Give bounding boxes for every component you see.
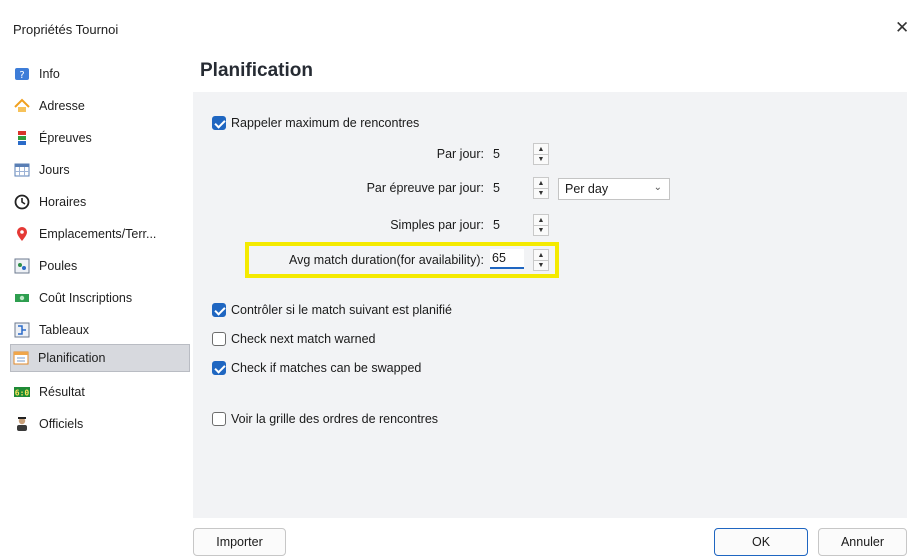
- sidebar-item-officiels[interactable]: Officiels: [12, 410, 190, 438]
- import-button[interactable]: Importer: [193, 528, 286, 556]
- per-event-per-day-label: Par épreuve par jour:: [366, 181, 484, 195]
- sidebar-item-planification[interactable]: Planification: [10, 344, 190, 372]
- chevron-down-icon: ⌄: [653, 182, 662, 193]
- planning-icon: [13, 350, 29, 366]
- sidebar-item-label: Officiels: [39, 417, 84, 431]
- spin-down-icon[interactable]: ▼: [534, 225, 548, 235]
- info-icon: ?: [14, 66, 30, 82]
- sidebar-item-poules[interactable]: Poules: [12, 252, 190, 280]
- per-event-per-day-spinner[interactable]: ▲ ▼: [533, 177, 549, 199]
- check-next-scheduled-checkbox[interactable]: [212, 303, 226, 317]
- sidebar-item-label: Poules: [39, 259, 78, 273]
- sidebar-item-label: Épreuves: [39, 131, 92, 145]
- sidebar-item-emplacements[interactable]: Emplacements/Terr...: [12, 220, 190, 248]
- dropdown-value: Per day: [565, 182, 609, 196]
- sidebar-item-tableaux[interactable]: Tableaux: [12, 316, 190, 344]
- title-bar: [0, 0, 907, 46]
- sidebar-item-label: Coût Inscriptions: [39, 291, 133, 305]
- close-icon[interactable]: ✕: [895, 19, 907, 36]
- avg-duration-label: Avg match duration(for availability):: [289, 253, 484, 267]
- sidebar-item-epreuves[interactable]: Épreuves: [12, 124, 190, 152]
- sidebar-item-label: Info: [39, 67, 60, 81]
- events-icon: [14, 130, 30, 146]
- money-icon: [14, 290, 30, 306]
- sidebar-item-label: Résultat: [39, 385, 85, 399]
- sidebar-item-adresse[interactable]: Adresse: [12, 92, 190, 120]
- sidebar-item-label: Planification: [38, 351, 106, 365]
- sidebar-item-horaires[interactable]: Horaires: [12, 188, 190, 216]
- singles-per-day-input[interactable]: [491, 215, 525, 235]
- sidebar-item-label: Jours: [39, 163, 70, 177]
- score-icon: 6:0: [14, 384, 30, 400]
- per-day-label: Par jour:: [436, 147, 484, 161]
- window-title: Propriétés Tournoi: [13, 22, 119, 37]
- spin-down-icon[interactable]: ▼: [534, 188, 548, 198]
- avg-duration-spinner[interactable]: ▲ ▼: [533, 249, 549, 271]
- per-day-spinner[interactable]: ▲ ▼: [533, 143, 549, 165]
- check-swap-checkbox[interactable]: [212, 361, 226, 375]
- cancel-button[interactable]: Annuler: [818, 528, 907, 556]
- clock-icon: [14, 194, 30, 210]
- check-next-warned-label: Check next match warned: [231, 332, 376, 346]
- recall-max-label: Rappeler maximum de rencontres: [231, 116, 420, 130]
- sidebar-item-resultat[interactable]: 6:0 Résultat: [12, 378, 190, 406]
- sidebar-item-jours[interactable]: Jours: [12, 156, 190, 184]
- per-event-per-day-input[interactable]: [491, 178, 525, 198]
- location-pin-icon: [14, 226, 30, 242]
- sidebar: ? Info Adresse Épreuves Jours Horaires E…: [0, 52, 190, 553]
- per-period-dropdown[interactable]: Per day ⌄: [558, 178, 670, 200]
- sidebar-item-label: Adresse: [39, 99, 85, 113]
- avg-duration-input[interactable]: [490, 249, 524, 269]
- calendar-icon: [14, 162, 30, 178]
- groups-icon: [14, 258, 30, 274]
- spin-down-icon[interactable]: ▼: [534, 260, 548, 270]
- check-next-scheduled-label: Contrôler si le match suivant est planif…: [231, 303, 452, 317]
- svg-text:?: ?: [19, 70, 24, 81]
- per-day-input[interactable]: [491, 144, 525, 164]
- singles-per-day-label: Simples par jour:: [390, 218, 484, 232]
- recall-max-checkbox[interactable]: [212, 116, 226, 130]
- ok-button[interactable]: OK: [714, 528, 808, 556]
- sidebar-item-label: Horaires: [39, 195, 87, 209]
- home-icon: [14, 98, 30, 114]
- check-swap-label: Check if matches can be swapped: [231, 361, 422, 375]
- sidebar-item-info[interactable]: ? Info: [12, 60, 190, 88]
- sidebar-item-label: Tableaux: [39, 323, 90, 337]
- draw-icon: [14, 322, 30, 338]
- sidebar-item-cout-inscriptions[interactable]: Coût Inscriptions: [12, 284, 190, 312]
- check-next-warned-checkbox[interactable]: [212, 332, 226, 346]
- singles-per-day-spinner[interactable]: ▲ ▼: [533, 214, 549, 236]
- svg-text:6:0: 6:0: [15, 389, 30, 398]
- show-order-grid-checkbox[interactable]: [212, 412, 226, 426]
- spin-down-icon[interactable]: ▼: [534, 154, 548, 164]
- show-order-grid-label: Voir la grille des ordres de rencontres: [231, 412, 439, 426]
- page-title: Planification: [200, 60, 313, 81]
- sidebar-item-label: Emplacements/Terr...: [39, 227, 157, 241]
- official-icon: [14, 416, 30, 432]
